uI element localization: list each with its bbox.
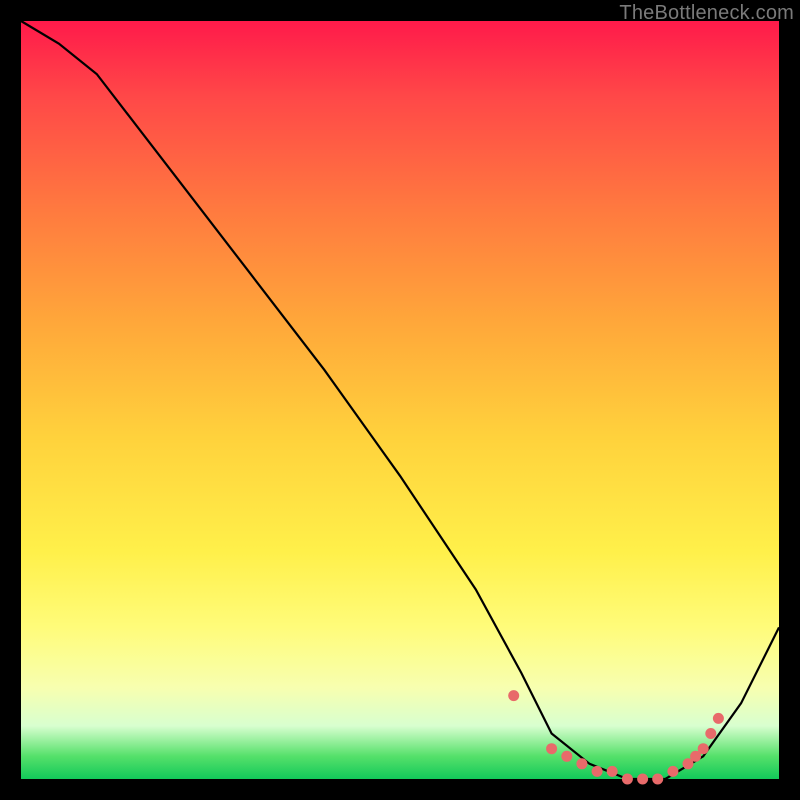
marker-dot <box>713 713 724 724</box>
watermark-text: TheBottleneck.com <box>619 2 794 25</box>
marker-dot <box>667 766 678 777</box>
marker-dot <box>698 743 709 754</box>
marker-dot <box>576 758 587 769</box>
bottleneck-chart <box>21 21 779 779</box>
marker-dot <box>508 690 519 701</box>
marker-dot <box>561 751 572 762</box>
marker-dot <box>622 774 633 785</box>
marker-dot <box>705 728 716 739</box>
bottleneck-dots <box>508 690 724 784</box>
marker-dot <box>546 743 557 754</box>
marker-dot <box>607 766 618 777</box>
bottleneck-curve <box>21 21 779 779</box>
marker-dot <box>652 774 663 785</box>
marker-dot <box>637 774 648 785</box>
marker-dot <box>592 766 603 777</box>
